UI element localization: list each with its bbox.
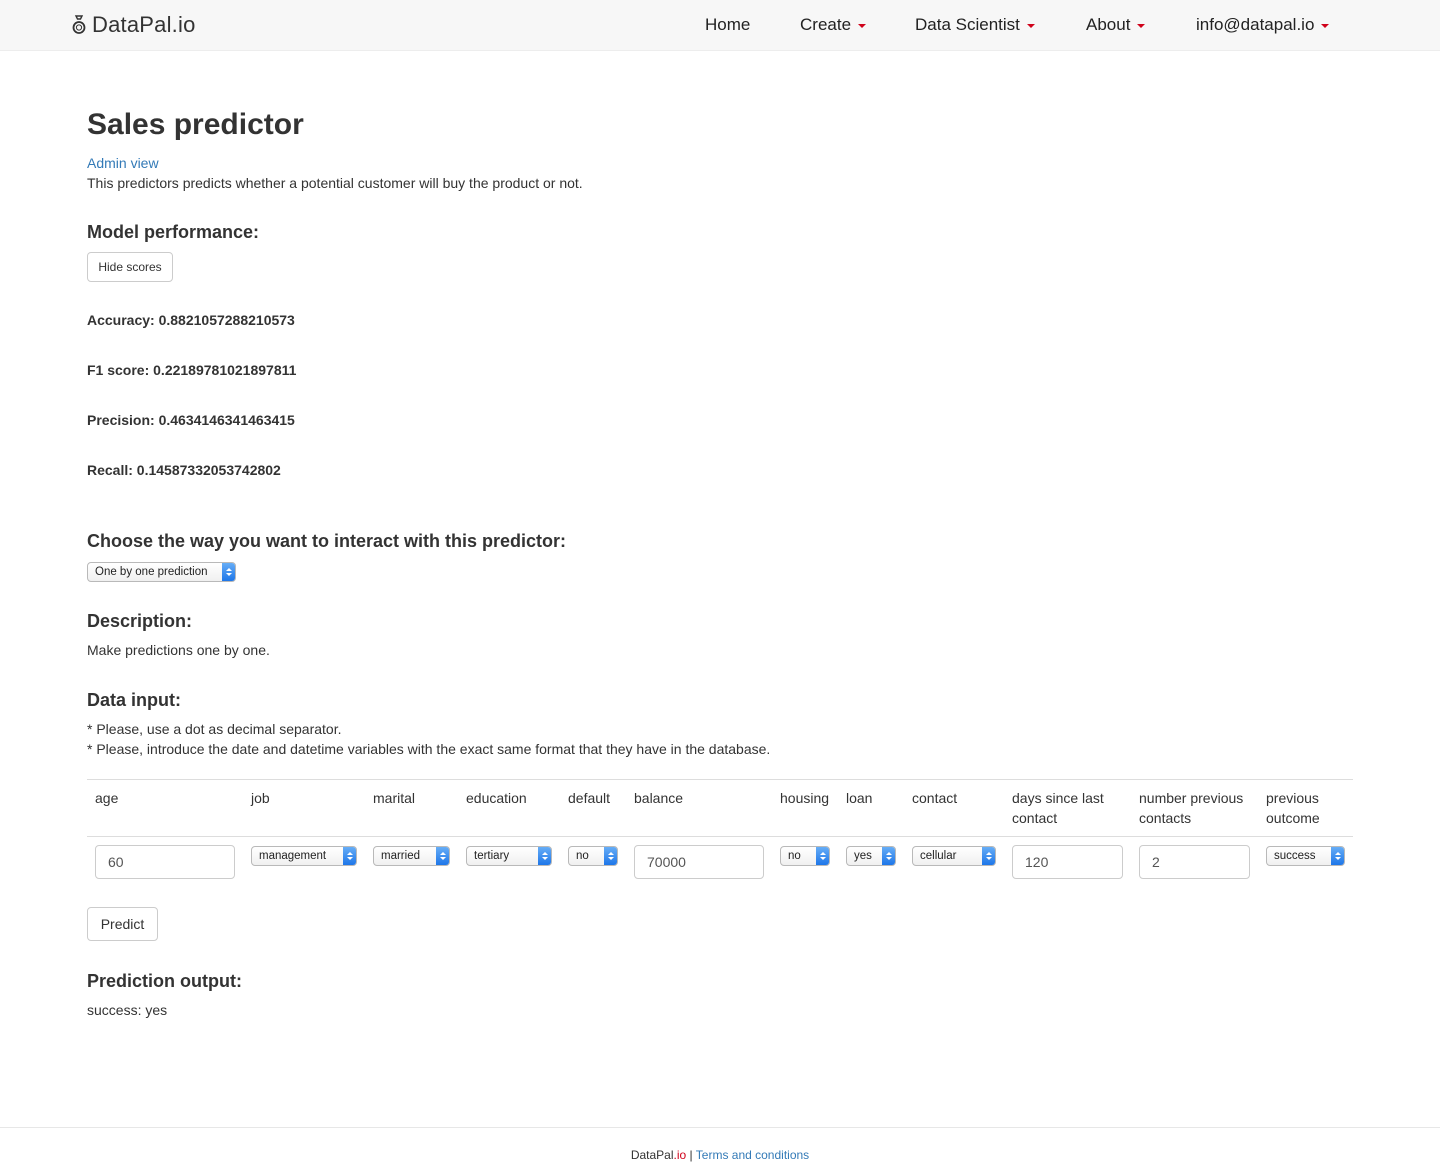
brand-name: DataPal.io	[92, 12, 196, 37]
select-arrows-icon	[1331, 847, 1344, 865]
default-select[interactable]: no	[568, 846, 618, 866]
number-previous-contacts-input[interactable]: 2	[1139, 845, 1250, 879]
ring-icon	[72, 15, 86, 34]
marital-select-value: married	[381, 850, 420, 862]
data-input-heading: Data input:	[87, 690, 181, 710]
balance-input[interactable]: 70000	[634, 845, 764, 879]
select-arrows-icon	[604, 847, 617, 865]
f1-score: F1 score: 0.22189781021897811	[87, 362, 297, 378]
col-header-education: education	[466, 790, 527, 806]
date-format-note: * Please, introduce the date and datetim…	[87, 741, 771, 757]
col-header-prev-outcome-line1: previous	[1266, 790, 1319, 806]
admin-view-link[interactable]: Admin view	[87, 155, 159, 171]
hide-scores-button[interactable]: Hide scores	[87, 252, 173, 282]
housing-select-value: no	[788, 850, 801, 862]
col-header-days-line1: days since last	[1012, 790, 1104, 806]
caret-down-icon	[1137, 24, 1146, 28]
precision-score: Precision: 0.4634146341463415	[87, 412, 295, 428]
decimal-note: * Please, use a dot as decimal separator…	[87, 721, 342, 737]
prediction-result: success: yes	[87, 1002, 168, 1018]
description-text: Make predictions one by one.	[87, 642, 270, 658]
job-select[interactable]: management	[251, 846, 357, 866]
days-since-last-contact-input[interactable]: 120	[1012, 845, 1123, 879]
caret-down-icon	[1026, 24, 1035, 28]
col-header-balance: balance	[634, 790, 684, 806]
terms-and-conditions-link[interactable]: Terms and conditions	[696, 1148, 809, 1162]
age-input[interactable]: 60	[95, 845, 235, 879]
col-header-days-line2: contact	[1012, 810, 1058, 826]
page-subtitle: This predictors predicts whether a poten…	[87, 175, 583, 191]
predict-button[interactable]: Predict	[87, 907, 158, 941]
select-arrows-icon	[343, 847, 356, 865]
recall-score: Recall: 0.14587332053742802	[87, 462, 281, 478]
table-top-divider	[87, 779, 1353, 780]
nav-account-label: info@datapal.io	[1196, 15, 1315, 34]
education-select[interactable]: tertiary	[466, 846, 552, 866]
description-heading: Description:	[87, 611, 193, 631]
col-header-prev-contacts-line2: contacts	[1139, 810, 1192, 826]
col-header-prev-outcome-line2: outcome	[1266, 810, 1320, 826]
caret-down-icon	[1321, 24, 1330, 28]
interaction-mode-select[interactable]: One by one prediction	[87, 562, 236, 582]
marital-select[interactable]: married	[373, 846, 450, 866]
nav-home-label: Home	[705, 15, 751, 34]
select-arrows-icon	[436, 847, 449, 865]
col-header-marital: marital	[373, 790, 416, 806]
education-select-value: tertiary	[474, 850, 510, 862]
model-performance-heading: Model performance:	[87, 222, 260, 242]
col-header-contact: contact	[912, 790, 958, 806]
accuracy-score: Accuracy: 0.8821057288210573	[87, 312, 295, 328]
col-header-days-since-last-contact: days since last contact	[1012, 788, 1104, 828]
top-navbar: DataPal.io Home Create Data Scientist Ab…	[0, 0, 1440, 51]
nav-create-dropdown[interactable]: Create	[800, 15, 867, 35]
job-select-value: management	[259, 850, 327, 862]
select-arrows-icon	[882, 847, 895, 865]
col-header-number-previous-contacts: number previous contacts	[1139, 788, 1243, 828]
nav-data-scientist-label: Data Scientist	[915, 15, 1020, 34]
col-header-housing: housing	[780, 790, 830, 806]
select-arrows-icon	[982, 847, 995, 865]
nav-data-scientist-dropdown[interactable]: Data Scientist	[915, 15, 1035, 35]
housing-select[interactable]: no	[780, 846, 830, 866]
previous-outcome-select[interactable]: success	[1266, 846, 1345, 866]
default-select-value: no	[576, 850, 589, 862]
col-header-prev-contacts-line1: number previous	[1139, 790, 1244, 806]
footer-separator: |	[686, 1148, 696, 1162]
col-header-previous-outcome: previous outcome	[1266, 788, 1320, 828]
prediction-output-heading: Prediction output:	[87, 971, 242, 991]
nav-home[interactable]: Home	[705, 15, 750, 35]
loan-select-value: yes	[854, 850, 872, 862]
contact-select[interactable]: cellular	[912, 846, 996, 866]
page-title: Sales predictor	[87, 108, 304, 141]
previous-outcome-select-value: success	[1274, 850, 1316, 862]
footer-brand-suffix: .io	[673, 1148, 687, 1162]
footer-line: DataPal.io | Terms and conditions	[0, 1148, 1440, 1162]
nav-about-label: About	[1086, 15, 1131, 34]
nav-about-dropdown[interactable]: About	[1086, 15, 1146, 35]
interaction-mode-value: One by one prediction	[95, 566, 208, 578]
brand-logo[interactable]: DataPal.io	[72, 10, 196, 40]
select-arrows-icon	[538, 847, 551, 865]
loan-select[interactable]: yes	[846, 846, 896, 866]
nav-account-dropdown[interactable]: info@datapal.io	[1196, 15, 1330, 35]
col-header-job: job	[251, 790, 270, 806]
contact-select-value: cellular	[920, 850, 957, 862]
select-arrows-icon	[222, 563, 235, 581]
footer-brand: DataPal.io	[631, 1148, 686, 1162]
nav-create-label: Create	[800, 15, 852, 34]
footer-brand-name: DataPal	[630, 1148, 674, 1162]
col-header-loan: loan	[846, 790, 873, 806]
interaction-heading: Choose the way you want to interact with…	[87, 531, 567, 551]
table-header-divider	[87, 836, 1353, 837]
caret-down-icon	[858, 24, 867, 28]
footer: DataPal.io | Terms and conditions	[0, 1127, 1440, 1176]
select-arrows-icon	[816, 847, 829, 865]
col-header-default: default	[568, 790, 611, 806]
col-header-age: age	[95, 790, 119, 806]
